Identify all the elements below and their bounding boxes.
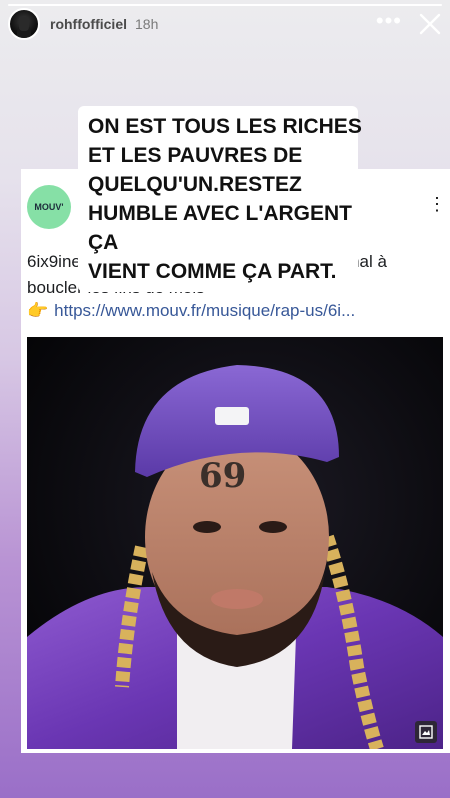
more-dots-icon[interactable]: ••• (376, 10, 402, 38)
vertical-dots-icon[interactable]: ⋮ (428, 195, 446, 213)
story-header: rohffofficiel 18h ••• (8, 8, 442, 40)
post-link[interactable]: 👉 https://www.mouv.fr/musique/rap-us/6i..… (27, 299, 442, 323)
story-progress-fill (8, 4, 442, 6)
avatar[interactable] (8, 8, 40, 40)
story-time: 18h (135, 16, 159, 32)
story-progress-bar (8, 4, 442, 6)
post-link-url[interactable]: https://www.mouv.fr/musique/rap-us/6i... (54, 301, 355, 320)
expand-image-icon[interactable] (415, 721, 437, 743)
story-caption: ON EST TOUS LES RICHES ET LES PAUVRES DE… (88, 115, 362, 283)
svg-text:69: 69 (199, 456, 246, 496)
pointing-hand-icon: 👉 (27, 301, 49, 320)
post-photo[interactable]: 69 (27, 337, 443, 749)
portrait-photo: 69 (27, 337, 443, 749)
header-actions: ••• (376, 10, 442, 38)
close-icon[interactable] (418, 12, 442, 36)
username[interactable]: rohffofficiel (50, 16, 127, 32)
mouv-logo: MOUV' (27, 185, 71, 229)
